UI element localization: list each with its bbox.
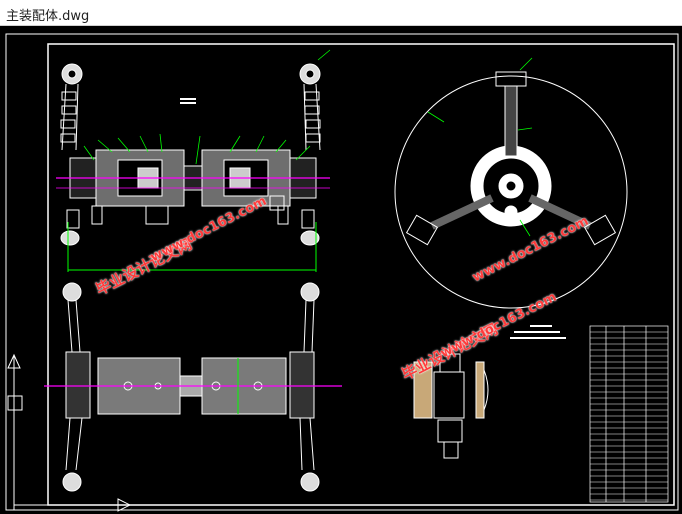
bom-rows — [590, 331, 668, 501]
cad-drawing — [5, 33, 679, 512]
title-block — [589, 325, 669, 503]
drawing-canvas[interactable]: 毕业设计论文网 www.doc163.com 毕业设计论文网 www.doc16… — [0, 26, 682, 514]
front-leaders — [83, 49, 331, 165]
radial-view — [394, 71, 628, 309]
front-view — [60, 63, 321, 246]
window-title: 主装配体.dwg — [6, 9, 90, 24]
top-view — [62, 282, 320, 492]
title-bar: 主装配体.dwg — [0, 0, 682, 26]
